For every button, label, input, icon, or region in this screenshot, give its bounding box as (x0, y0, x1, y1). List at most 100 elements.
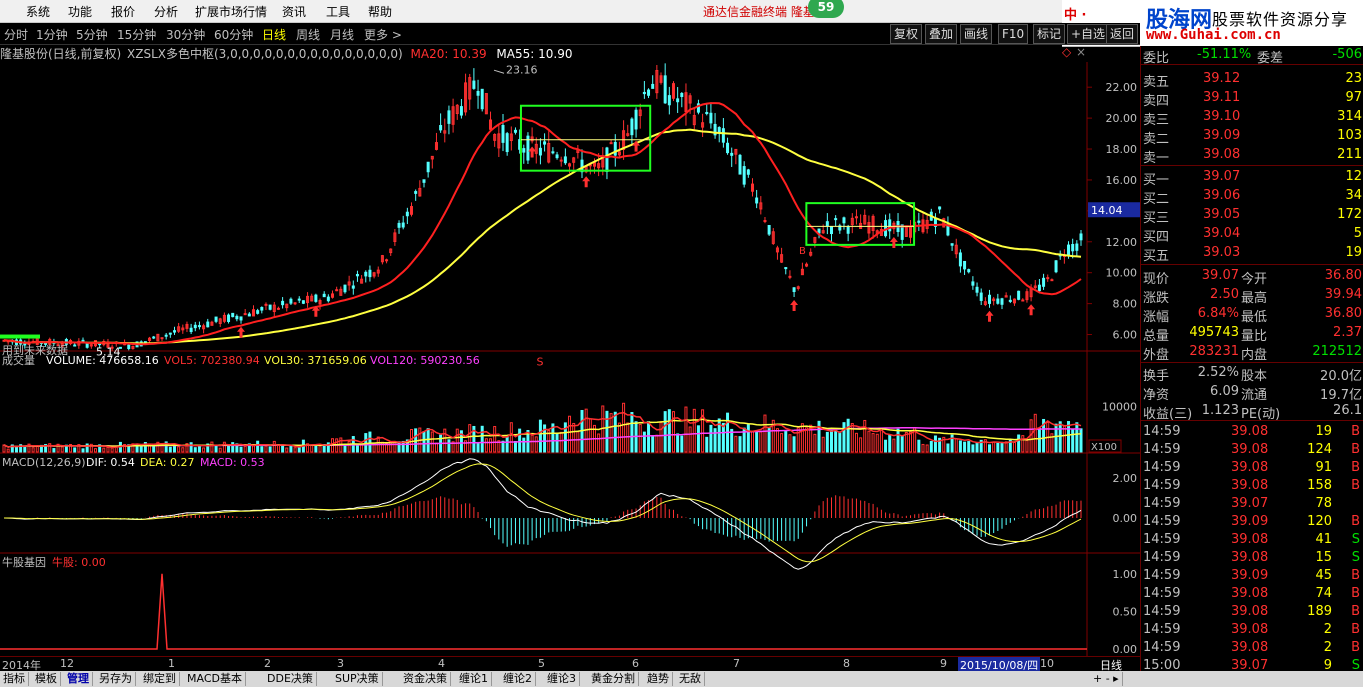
mark-button[interactable]: 标记 (1033, 24, 1066, 44)
tick-volume: 19 (1315, 424, 1332, 439)
tick-side: B (1351, 622, 1360, 637)
period-weekly[interactable]: 周线 (296, 26, 320, 43)
menu-item-tools[interactable]: 工具 (326, 3, 350, 20)
ask-row: 卖一 39.08 211 (1141, 146, 1363, 166)
indicator-tab-8[interactable]: 资金决策 (400, 672, 451, 686)
volume-bar (177, 446, 181, 453)
volume-bar (281, 444, 285, 453)
macd-panel-title: MACD(12,26,9) (2, 456, 86, 469)
promo-text[interactable]: 通达信金融终端 隆基 (703, 3, 815, 20)
volume-bar (181, 447, 185, 453)
period-15min[interactable]: 15分钟 (117, 26, 156, 43)
volume-bar (676, 433, 680, 453)
fundamental-label: 换手 (1143, 369, 1170, 384)
volume-bar (243, 445, 247, 453)
volume-bar (1037, 427, 1041, 453)
menu-item-help[interactable]: 帮助 (368, 3, 392, 20)
gene-axis-label: 1.00 (1113, 568, 1138, 581)
tick-time: 14:59 (1143, 478, 1181, 493)
candle-body (385, 259, 389, 262)
candle-body (613, 141, 617, 156)
indicator-tab-12[interactable]: 黄金分割 (588, 672, 639, 686)
period-monthly[interactable]: 月线 (330, 26, 354, 43)
period-60min[interactable]: 60分钟 (214, 26, 253, 43)
indicator-tab-4[interactable]: 绑定到 (140, 672, 180, 686)
indicator-tab-0[interactable]: 指标 (0, 672, 29, 686)
fuquan-button[interactable]: 复权 (890, 24, 923, 44)
indicator-tab-11[interactable]: 缠论3 (544, 672, 580, 686)
menu-item-news[interactable]: 资讯 (282, 3, 306, 20)
candle-body (680, 92, 684, 98)
period-more[interactable]: 更多 > (364, 26, 402, 43)
tick-side: S (1351, 550, 1360, 565)
notification-badge[interactable]: 59 (808, 0, 844, 18)
candle-body (642, 91, 646, 95)
candle-body (189, 327, 193, 333)
indicator-tab-3[interactable]: 另存为 (96, 672, 136, 686)
menu-item-quote[interactable]: 报价 (111, 3, 135, 20)
candle-body (767, 224, 771, 235)
tick-price: 39.08 (1231, 424, 1269, 439)
menu-item-function[interactable]: 功能 (68, 3, 92, 20)
tick-volume: 45 (1315, 568, 1332, 583)
diamond-icon[interactable]: ◇ (1062, 45, 1071, 59)
add-watchlist-button[interactable]: +自选 (1067, 24, 1110, 44)
stat-value: 36.80 (1324, 268, 1362, 283)
indicator-tab-10[interactable]: 缠论2 (500, 672, 536, 686)
date-label-feb: 2 (264, 657, 271, 670)
period-daily[interactable]: 日线 (262, 26, 286, 43)
volume-bar (14, 446, 18, 453)
menu-item-extended-market[interactable]: 扩展市场行情 (195, 3, 267, 20)
candle-body (235, 315, 239, 320)
indicator-tab-1[interactable]: 模板 (32, 672, 61, 686)
bid-volume: 172 (1337, 207, 1362, 222)
volume-bar (692, 408, 696, 453)
volume-bar (888, 434, 892, 453)
tick-volume: 2 (1323, 622, 1332, 637)
stat-value: 2.50 (1210, 287, 1239, 302)
bid-row: 买二 39.06 34 (1141, 187, 1363, 207)
candle-body (705, 112, 709, 115)
period-5min[interactable]: 5分钟 (76, 26, 108, 43)
overlay-button[interactable]: 叠加 (925, 24, 958, 44)
volume-bar (476, 441, 480, 453)
indicator-tab-9[interactable]: 缠论1 (456, 672, 492, 686)
sell-signal-label: S (537, 355, 544, 368)
volume-unit-label: X100 (1091, 442, 1117, 453)
kline-chart[interactable]: 22.0020.0018.0016.0014.0012.0010.008.006… (0, 62, 1140, 656)
volume-bar (738, 436, 742, 453)
close-icon[interactable]: × (1076, 45, 1086, 59)
volume-bar (834, 429, 838, 453)
candle-body (127, 344, 131, 350)
zoom-controls[interactable]: + - ▸ (1090, 672, 1123, 686)
price-tick-label: 18.00 (1106, 143, 1138, 156)
candle-body (958, 252, 962, 267)
volume-bar (347, 440, 351, 453)
menu-item-analysis[interactable]: 分析 (154, 3, 178, 20)
indicator-tab-13[interactable]: 趋势 (644, 672, 673, 686)
candle-body (405, 211, 409, 217)
back-button[interactable]: 返回 (1106, 24, 1139, 44)
candle-body (239, 316, 243, 321)
candle-body (401, 222, 405, 228)
volume-bar (750, 431, 754, 453)
indicator-tab-6[interactable]: DDE决策 (264, 672, 317, 686)
volume-bar (368, 431, 372, 453)
volume-bar (1033, 413, 1037, 453)
period-30min[interactable]: 30分钟 (166, 26, 205, 43)
buy-arrow-icon (790, 299, 799, 311)
period-intraday[interactable]: 分时 (4, 26, 28, 43)
volume-bar (1071, 428, 1075, 453)
menu-item-system[interactable]: 系统 (26, 3, 50, 20)
volume-bar (788, 434, 792, 453)
volume-panel-title: 成交量 (2, 353, 35, 367)
fundamental-row: 换手 2.52% 股本 20.0亿 (1141, 364, 1363, 384)
indicator-tab-14[interactable]: 无敌 (676, 672, 705, 686)
indicator-tab-5[interactable]: MACD基本 (184, 672, 246, 686)
draw-line-button[interactable]: 画线 (960, 24, 993, 44)
candle-body (1079, 233, 1083, 241)
f10-button[interactable]: F10 (998, 24, 1029, 44)
indicator-tab-7[interactable]: SUP决策 (332, 672, 383, 686)
period-1min[interactable]: 1分钟 (36, 26, 68, 43)
indicator-tab-2[interactable]: 管理 (64, 672, 93, 686)
